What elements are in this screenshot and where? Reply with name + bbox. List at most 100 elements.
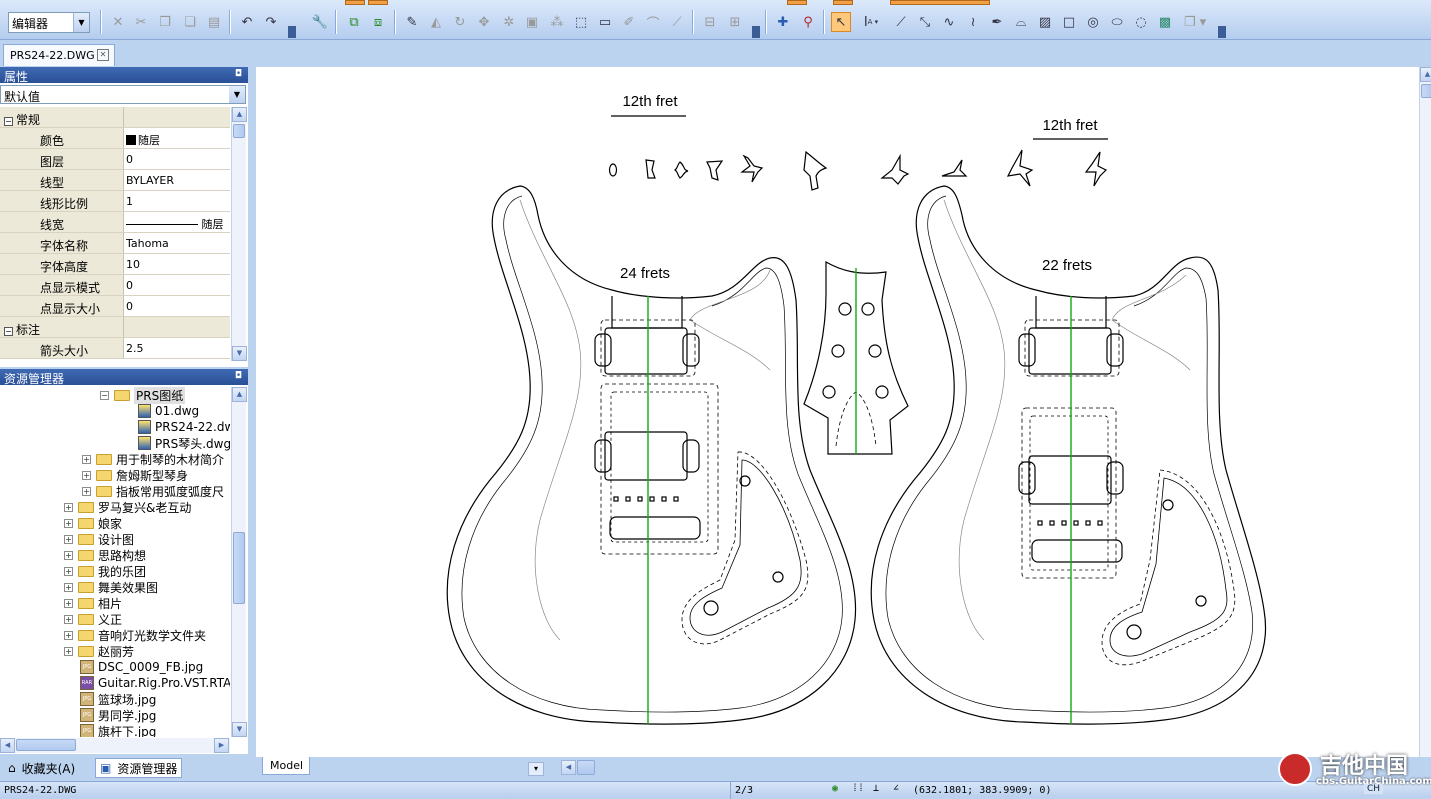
add-icon[interactable]: ✚ bbox=[773, 12, 793, 32]
polar-icon[interactable]: ∠ bbox=[893, 783, 899, 794]
collapse-icon[interactable]: − bbox=[4, 327, 13, 336]
rotate-icon[interactable]: ↻ bbox=[450, 12, 470, 32]
canvas-scrollbar[interactable]: ▲ bbox=[1419, 67, 1431, 757]
expand-icon[interactable]: + bbox=[64, 630, 73, 640]
property-row[interactable]: 线形比例 1 bbox=[0, 191, 230, 212]
expand-icon[interactable]: + bbox=[64, 566, 73, 576]
explode-icon[interactable]: ✲ bbox=[499, 12, 519, 32]
property-row[interactable]: 线宽 随层 bbox=[0, 212, 230, 233]
properties-scrollbar[interactable]: ▲ ▼ bbox=[231, 107, 247, 361]
cut-icon[interactable]: ✕ bbox=[108, 12, 128, 32]
ellipse-icon[interactable]: ⬭ bbox=[1107, 12, 1127, 32]
hatch-icon[interactable]: ▨ bbox=[1035, 12, 1055, 32]
mirror-icon[interactable]: ◭ bbox=[426, 12, 446, 32]
collapse-icon[interactable]: − bbox=[4, 117, 13, 126]
chevron-down-icon[interactable]: ▼ bbox=[229, 86, 245, 103]
tree-item[interactable]: JPG DSC_0009_FB.jpg bbox=[80, 659, 203, 675]
tree-item[interactable]: + 指板常用弧度弧度尺 bbox=[82, 483, 224, 499]
block-icon[interactable]: ▣ bbox=[522, 12, 542, 32]
ortho-icon[interactable]: ⊥ bbox=[873, 783, 879, 794]
ungroup-icon[interactable]: ⧈ bbox=[368, 12, 388, 32]
pen-icon[interactable]: ✒ bbox=[987, 12, 1007, 32]
collapse-icon[interactable]: − bbox=[100, 390, 109, 400]
document-tab[interactable]: PRS24-22.DWG ✕ bbox=[3, 44, 115, 66]
spacing-icon[interactable]: ⊞ bbox=[725, 12, 745, 32]
property-row[interactable]: 点显示大小 0 bbox=[0, 296, 230, 317]
scroll-up-icon[interactable]: ▲ bbox=[1420, 67, 1431, 82]
move-icon[interactable]: ✥ bbox=[474, 12, 494, 32]
paste-icon[interactable]: ❐ bbox=[155, 12, 175, 32]
property-row[interactable]: 图层 0 bbox=[0, 149, 230, 170]
tree-item[interactable]: RAR Guitar.Rig.Pro.VST.RTAS.v bbox=[80, 675, 230, 691]
scroll-thumb[interactable] bbox=[1421, 84, 1431, 98]
rect-icon[interactable]: ▭ bbox=[595, 12, 615, 32]
scroll-thumb[interactable] bbox=[233, 124, 245, 138]
scroll-left-icon[interactable]: ◀ bbox=[0, 738, 15, 753]
expand-icon[interactable]: + bbox=[64, 614, 73, 624]
tree-hscrollbar[interactable]: ◀ ▶ bbox=[0, 738, 230, 753]
tree-item[interactable]: + 音响灯光数学文件夹 bbox=[64, 627, 206, 643]
view-icon[interactable]: ❐ ▾ bbox=[1180, 12, 1210, 32]
tree-item[interactable]: + 设计图 bbox=[64, 531, 134, 547]
expand-icon[interactable]: + bbox=[64, 582, 73, 592]
scroll-left-icon[interactable]: ◀ bbox=[561, 760, 576, 775]
rect-select-icon[interactable]: ⬚ bbox=[571, 12, 591, 32]
tree-item[interactable]: + 罗马复兴&老互动 bbox=[64, 499, 191, 515]
scroll-thumb[interactable] bbox=[16, 739, 76, 751]
chevron-down-icon[interactable]: ▾ bbox=[528, 762, 544, 776]
tree-item[interactable]: + 思路构想 bbox=[64, 547, 146, 563]
grid-icon[interactable]: ⁞⁞ bbox=[852, 783, 864, 795]
scroll-right-icon[interactable]: ▶ bbox=[214, 738, 229, 753]
scroll-up-icon[interactable]: ▲ bbox=[232, 387, 247, 402]
arc-tool-icon[interactable]: ◌ bbox=[1131, 12, 1151, 32]
expand-icon[interactable]: + bbox=[64, 598, 73, 608]
expand-icon[interactable]: + bbox=[82, 486, 91, 496]
drawing-canvas[interactable]: 12th fret 12th fret 24 frets 22 frets bbox=[256, 67, 1419, 757]
expand-icon[interactable]: + bbox=[64, 550, 73, 560]
tree-item[interactable]: JPG 旗杆下.jpg bbox=[80, 723, 156, 737]
tree-item[interactable]: + 舞美效果图 bbox=[64, 579, 158, 595]
property-row[interactable]: 线型 BYLAYER bbox=[0, 170, 230, 191]
arc-icon[interactable]: ⌒ bbox=[643, 12, 663, 32]
tree-item[interactable]: 01.dwg bbox=[138, 403, 199, 419]
mode-select[interactable]: 编辑器 ▼ bbox=[8, 12, 90, 33]
pin-icon[interactable]: ◘ bbox=[235, 371, 242, 381]
image-icon[interactable]: ▩ bbox=[1155, 12, 1175, 32]
tree-item[interactable]: + 义正 bbox=[64, 611, 122, 627]
group-icon[interactable]: ⧉ bbox=[344, 12, 364, 32]
property-row[interactable]: 点显示模式 0 bbox=[0, 275, 230, 296]
tree-item[interactable]: + 用于制琴的木材简介 bbox=[82, 451, 224, 467]
tree-item[interactable]: + 相片 bbox=[64, 595, 122, 611]
expand-icon[interactable]: + bbox=[64, 534, 73, 544]
brush-icon[interactable]: ✐ bbox=[619, 12, 639, 32]
spline-icon[interactable]: ≀ bbox=[963, 12, 983, 32]
expand-icon[interactable]: + bbox=[82, 470, 91, 480]
copy-icon[interactable]: ✂ bbox=[131, 12, 151, 32]
tree-item[interactable]: − PRS图纸 bbox=[100, 387, 186, 404]
scroll-up-icon[interactable]: ▲ bbox=[232, 107, 247, 122]
tree-scrollbar[interactable]: ▲ ▼ bbox=[231, 387, 247, 737]
tab-resource-manager[interactable]: ▣ 资源管理器 bbox=[95, 758, 183, 778]
section-general[interactable]: − 常规 bbox=[0, 107, 230, 128]
property-row[interactable]: 字体名称 Tahoma bbox=[0, 233, 230, 254]
close-icon[interactable]: ✕ bbox=[97, 49, 109, 61]
property-row[interactable]: 字体高度 10 bbox=[0, 254, 230, 275]
expand-icon[interactable]: + bbox=[64, 518, 73, 528]
text-icon[interactable]: IA ▾ bbox=[856, 12, 886, 32]
tree-item[interactable]: + 娘家 bbox=[64, 515, 122, 531]
model-tab[interactable]: Model bbox=[262, 757, 310, 775]
property-row[interactable]: 颜色 随层 bbox=[0, 128, 230, 149]
toolbar-grip[interactable] bbox=[288, 26, 296, 38]
pin-icon[interactable]: ◘ bbox=[235, 69, 242, 79]
stamp-icon[interactable]: ⌓ bbox=[1011, 12, 1031, 32]
undo-icon[interactable]: ↶ bbox=[237, 12, 257, 32]
tree-item[interactable]: PRS24-22.dwg bbox=[138, 419, 230, 435]
pencil-icon[interactable]: ✎ bbox=[402, 12, 422, 32]
tree-item[interactable]: + 我的乐团 bbox=[64, 563, 146, 579]
polyline-icon[interactable]: ⤡ bbox=[915, 12, 935, 32]
line-tool-icon[interactable]: ⟋ bbox=[891, 12, 911, 32]
properties-selector[interactable]: 默认值 ▼ bbox=[0, 85, 246, 104]
tree-item[interactable]: PRS琴头.dwg bbox=[138, 435, 230, 451]
toolbar-grip[interactable] bbox=[752, 26, 760, 38]
chevron-down-icon[interactable]: ▼ bbox=[73, 13, 89, 32]
